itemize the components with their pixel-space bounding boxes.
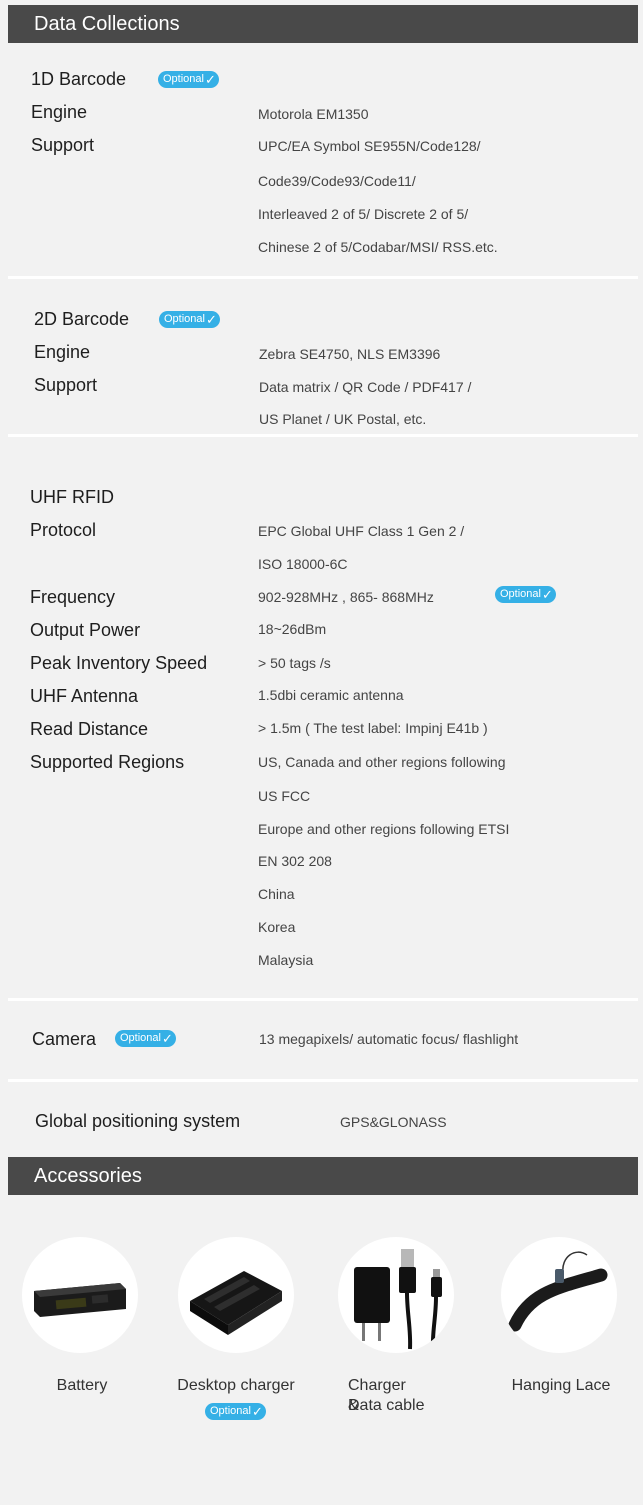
output-power-value: 18~26dBm — [258, 621, 327, 637]
section-divider — [8, 434, 638, 437]
check-icon: ✓ — [205, 312, 217, 327]
support-line: UPC/EA Symbol SE955N/Code128/ — [258, 138, 481, 154]
gps-label: Global positioning system — [35, 1111, 241, 1131]
frequency-value: 902-928MHz , 865- 868MHz — [258, 589, 434, 605]
accessory-caption: Hanging Lace — [511, 1377, 611, 1394]
support-line: US Planet / UK Postal, etc. — [259, 411, 427, 427]
optional-badge: Optional ✓ — [158, 71, 219, 88]
charger-cable-icon — [338, 1237, 454, 1353]
inventory-speed-value: > 50 tags /s — [258, 655, 331, 671]
spec-page: Data Collections 1D Barcode Optional ✓ En… — [0, 0, 643, 1505]
accessory-caption: Desktop charger — [177, 1377, 295, 1394]
output-power-label: Output Power — [30, 620, 141, 640]
support-label: Support — [31, 135, 95, 155]
lanyard-icon — [501, 1237, 617, 1353]
protocol-label: Protocol — [30, 520, 97, 540]
read-distance-label: Read Distance — [30, 719, 149, 739]
optional-badge: Optional ✓ — [115, 1030, 176, 1047]
optional-badge: Optional ✓ — [205, 1403, 266, 1420]
support-line: Interleaved 2 of 5/ Discrete 2 of 5/ — [258, 206, 469, 222]
engine-value: Zebra SE4750, NLS EM3396 — [259, 346, 441, 362]
frequency-label: Frequency — [30, 587, 116, 607]
camera-value: 13 megapixels/ automatic focus/ flashlig… — [259, 1031, 519, 1047]
region-line: Malaysia — [258, 952, 314, 968]
optional-label: Optional — [163, 73, 204, 85]
region-line: US FCC — [258, 788, 311, 804]
accessory-caption: Data cable — [348, 1397, 425, 1414]
barcode-1d-heading: 1D Barcode — [31, 69, 127, 89]
check-icon: ✓ — [251, 1404, 263, 1419]
section-divider — [8, 998, 638, 1001]
region-line: China — [258, 886, 295, 902]
inventory-speed-label: Peak Inventory Speed — [30, 653, 208, 673]
region-line: Europe and other regions following ETSI — [258, 821, 510, 837]
optional-badge: Optional ✓ — [159, 311, 220, 328]
accessory-caption: Battery — [56, 1377, 108, 1394]
barcode-2d-heading: 2D Barcode — [34, 309, 130, 329]
region-line: US, Canada and other regions following — [258, 754, 506, 770]
optional-badge: Optional ✓ — [495, 586, 556, 603]
antenna-value: 1.5dbi ceramic antenna — [258, 687, 404, 703]
region-line: Korea — [258, 919, 296, 935]
optional-label: Optional — [500, 588, 541, 600]
check-icon: ✓ — [204, 72, 216, 87]
battery-icon — [22, 1237, 138, 1353]
engine-label: Engine — [31, 102, 88, 122]
support-label: Support — [34, 375, 98, 395]
regions-label: Supported Regions — [30, 752, 185, 772]
camera-label: Camera — [32, 1029, 97, 1049]
optional-label: Optional — [210, 1405, 251, 1417]
check-icon: ✓ — [541, 587, 553, 602]
gps-value: GPS&GLONASS — [340, 1114, 447, 1130]
engine-label: Engine — [34, 342, 91, 362]
section-header-accessories: Accessories — [8, 1157, 638, 1195]
antenna-label: UHF Antenna — [30, 686, 139, 706]
region-line: EN 302 208 — [258, 853, 332, 869]
desktop-charger-icon — [178, 1237, 294, 1353]
optional-label: Optional — [164, 313, 205, 325]
section-header-data-collections: Data Collections — [8, 5, 638, 43]
section-divider — [8, 1079, 638, 1082]
support-line: Chinese 2 of 5/Codabar/MSI/ RSS.etc. — [258, 239, 498, 255]
read-distance-value: > 1.5m ( The test label: Impinj E41b ) — [258, 720, 488, 736]
section-divider — [8, 276, 638, 279]
optional-label: Optional — [120, 1032, 161, 1044]
support-line: Code39/Code93/Code11/ — [258, 173, 416, 189]
check-icon: ✓ — [161, 1031, 173, 1046]
uhf-rfid-heading: UHF RFID — [30, 487, 114, 507]
protocol-line: EPC Global UHF Class 1 Gen 2 / — [258, 523, 465, 539]
protocol-line: ISO 18000-6C — [258, 556, 348, 572]
support-line: Data matrix / QR Code / PDF417 / — [259, 379, 472, 395]
engine-value: Motorola EM1350 — [258, 106, 369, 122]
